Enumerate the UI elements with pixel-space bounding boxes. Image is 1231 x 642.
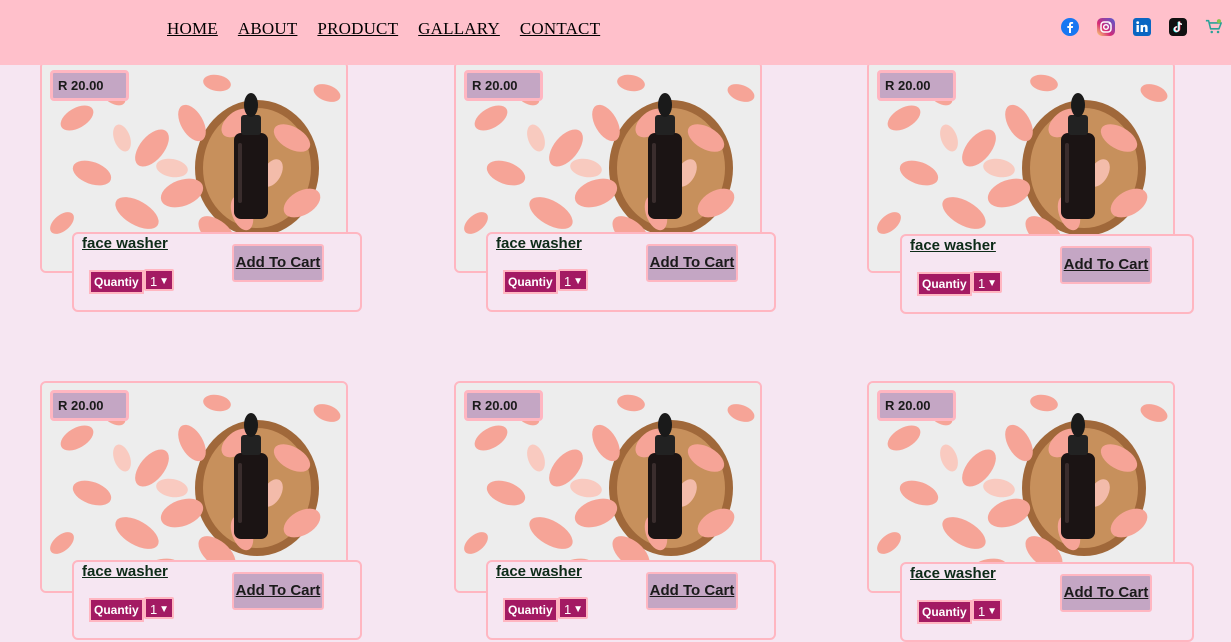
add-to-cart-button[interactable]: Add To Cart [232, 572, 324, 610]
nav-link-contact[interactable]: CONTACT [520, 19, 600, 39]
quantity-select[interactable]: 1 ▼ [972, 271, 1002, 293]
chevron-down-icon: ▼ [987, 606, 997, 617]
quantity-select[interactable]: 1 ▼ [558, 269, 588, 291]
product-info-panel: face washer Quantiy 1 ▼ Add To Cart [486, 560, 776, 640]
product-info-panel: face washer Quantiy 1 ▼ Add To Cart [72, 232, 362, 312]
product-name[interactable]: face washer [496, 563, 582, 580]
product-card-3: R 20.00 face washer Quantiy 1 ▼ Add To C… [867, 61, 1227, 314]
product-info-panel: face washer Quantiy 1 ▼ Add To Cart [486, 232, 776, 312]
quantity-label: Quantiy [917, 600, 972, 624]
product-card-6: R 20.00 face washer Quantiy 1 ▼ Add To C… [867, 381, 1227, 642]
tiktok-icon[interactable] [1169, 18, 1187, 36]
quantity-label: Quantiy [89, 270, 144, 294]
nav-links: HOME ABOUT PRODUCT GALLARY CONTACT [167, 19, 600, 39]
product-name[interactable]: face washer [82, 235, 168, 252]
quantity-value: 1 [978, 276, 986, 291]
product-card-5: R 20.00 face washer Quantiy 1 ▼ Add To C… [454, 381, 814, 640]
price-tag: R 20.00 [877, 390, 956, 421]
product-name[interactable]: face washer [82, 563, 168, 580]
chevron-down-icon: ▼ [573, 604, 583, 615]
nav-link-product[interactable]: PRODUCT [317, 19, 398, 39]
quantity-select[interactable]: 1 ▼ [558, 597, 588, 619]
price-tag: R 20.00 [50, 390, 129, 421]
price-tag: R 20.00 [464, 70, 543, 101]
navbar: HOME ABOUT PRODUCT GALLARY CONTACT [0, 0, 1231, 65]
price-tag: R 20.00 [464, 390, 543, 421]
price-tag: R 20.00 [877, 70, 956, 101]
quantity-label: Quantiy [89, 598, 144, 622]
nav-link-about[interactable]: ABOUT [238, 19, 298, 39]
quantity-select[interactable]: 1 ▼ [144, 269, 174, 291]
product-card-4: R 20.00 face washer Quantiy 1 ▼ Add To C… [40, 381, 400, 640]
chevron-down-icon: ▼ [159, 604, 169, 615]
add-to-cart-button[interactable]: Add To Cart [1060, 574, 1152, 612]
quantity-select[interactable]: 1 ▼ [144, 597, 174, 619]
product-name[interactable]: face washer [910, 565, 996, 582]
add-to-cart-button[interactable]: Add To Cart [646, 572, 738, 610]
product-info-panel: face washer Quantiy 1 ▼ Add To Cart [900, 562, 1194, 642]
product-name[interactable]: face washer [910, 237, 996, 254]
quantity-value: 1 [150, 602, 158, 617]
add-to-cart-button[interactable]: Add To Cart [646, 244, 738, 282]
social-links [1061, 18, 1223, 36]
chevron-down-icon: ▼ [987, 278, 997, 289]
nav-link-gallary[interactable]: GALLARY [418, 19, 500, 39]
facebook-icon[interactable] [1061, 18, 1079, 36]
price-tag: R 20.00 [50, 70, 129, 101]
product-info-panel: face washer Quantiy 1 ▼ Add To Cart [900, 234, 1194, 314]
quantity-value: 1 [564, 274, 572, 289]
quantity-value: 1 [564, 602, 572, 617]
quantity-select[interactable]: 1 ▼ [972, 599, 1002, 621]
quantity-value: 1 [150, 274, 158, 289]
nav-link-home[interactable]: HOME [167, 19, 218, 39]
product-info-panel: face washer Quantiy 1 ▼ Add To Cart [72, 560, 362, 640]
add-to-cart-button[interactable]: Add To Cart [1060, 246, 1152, 284]
product-card-1: R 20.00 face washer Quantiy 1 ▼ Add To C… [40, 61, 400, 312]
chevron-down-icon: ▼ [573, 276, 583, 287]
product-card-2: R 20.00 face washer Quantiy 1 ▼ Add To C… [454, 61, 814, 312]
quantity-label: Quantiy [503, 270, 558, 294]
quantity-label: Quantiy [917, 272, 972, 296]
quantity-value: 1 [978, 604, 986, 619]
add-to-cart-button[interactable]: Add To Cart [232, 244, 324, 282]
chevron-down-icon: ▼ [159, 276, 169, 287]
quantity-label: Quantiy [503, 598, 558, 622]
cart-icon[interactable] [1205, 18, 1223, 36]
linkedin-icon[interactable] [1133, 18, 1151, 36]
instagram-icon[interactable] [1097, 18, 1115, 36]
product-name[interactable]: face washer [496, 235, 582, 252]
